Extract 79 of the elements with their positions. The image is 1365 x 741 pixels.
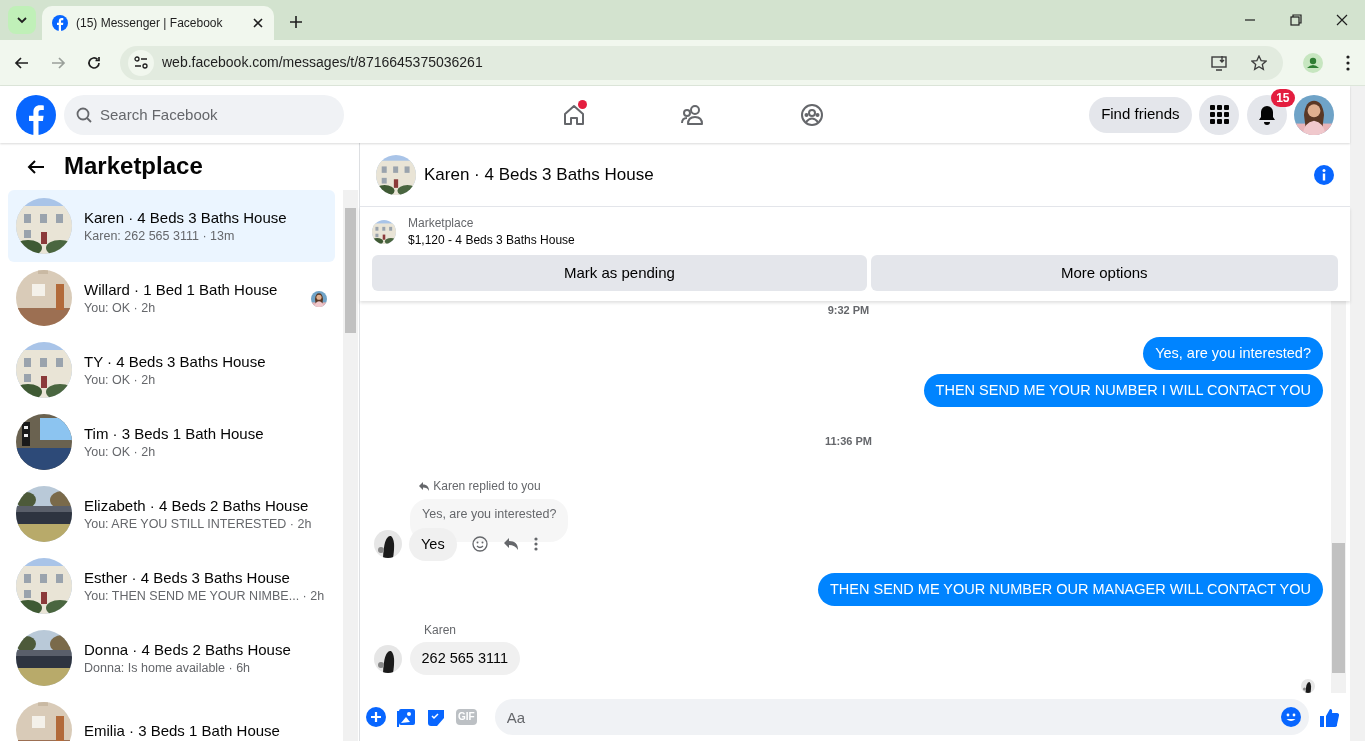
bell-icon [1256,104,1277,125]
scrollbar[interactable] [1350,86,1365,741]
emoji-icon[interactable] [471,536,488,552]
emoji-icon[interactable] [1281,707,1301,727]
conversation-item[interactable]: Karen · 4 Beds 3 Baths House Karen: 262 565 3111 · 13m [8,190,335,262]
message-bubble: THEN SEND ME YOUR NUMBER OUR MANAGER WILL CONTACT YOU [818,572,1323,606]
menu-button[interactable] [1199,94,1239,135]
listing-label: Marketplace [408,215,475,231]
profile-icon[interactable] [1302,52,1323,73]
facebook-favicon-icon [52,15,68,31]
close-icon[interactable] [252,17,264,29]
message-preview: Donna: Is home available · 6h [84,659,252,677]
sticker-icon[interactable] [426,707,446,727]
timestamp: 11:36 PM [824,433,873,449]
more-options-button[interactable]: More options [870,255,1338,291]
sender-name: Karen [424,621,458,639]
chevron-down-icon [16,14,28,26]
conversation-title: TY · 4 Beds 3 Baths House [84,351,266,371]
info-icon[interactable] [1314,164,1334,185]
message-preview: You: THEN SEND ME YOUR NIMBE... · 2h [84,587,325,605]
photo-icon[interactable] [396,707,416,727]
message-preview: You: ARE YOU STILL INTERESTED · 2h [84,515,312,533]
message-input[interactable]: Aa [494,699,1309,735]
conversation-item[interactable]: TY · 4 Beds 3 Baths House You: OK · 2h [8,334,335,406]
scrollbar[interactable] [1331,301,1346,693]
friends-icon[interactable] [680,102,705,127]
message-bubble: THEN SEND ME YOUR NUMBER I WILL CONTACT YOU [923,373,1323,407]
sidebar-title: Marketplace [64,152,203,181]
tab-title: (15) Messenger | Facebook [76,15,224,32]
mark-pending-button[interactable]: Mark as pending [372,255,867,291]
scrollbar[interactable] [343,190,358,741]
install-icon[interactable] [1211,54,1228,71]
message-preview: You: OK · 2h [84,299,157,317]
conversation-title: Emilia · 3 Beds 1 Bath House [84,720,280,740]
site-info-icon[interactable] [128,49,154,76]
back-icon[interactable] [14,54,30,71]
conversation-item[interactable]: Willard · 1 Bed 1 Bath House You: OK · 2h [8,262,335,334]
restore-icon[interactable] [1290,14,1302,26]
conversation-title: Donna · 4 Beds 2 Baths House [84,639,291,659]
conversation-title: Tim · 3 Beds 1 Bath House [84,423,264,443]
back-icon[interactable] [27,157,45,176]
menu-icon[interactable] [1345,54,1350,71]
reply-icon [417,480,430,492]
message-bubble: Yes, are you interested? [1143,336,1323,370]
search-field[interactable]: Search Facebook [64,94,344,135]
conversation-item[interactable]: Tim · 3 Beds 1 Bath House You: OK · 2h [8,406,335,478]
new-tab-icon[interactable] [288,15,303,30]
conversation-title: Elizabeth · 4 Beds 2 Baths House [84,495,310,515]
groups-icon[interactable] [799,102,824,127]
message-preview: You: OK · 2h [84,371,157,389]
conversation-item[interactable]: Donna · 4 Beds 2 Baths House Donna: Is home available · 6h [8,622,335,694]
conversation-item[interactable]: Esther · 4 Beds 3 Baths House You: THEN SEND ME YOUR NIMBE... · 2h [8,550,335,622]
conversation-item[interactable]: Elizabeth · 4 Beds 2 Baths House You: ARE YOU STILL INTERESTED · 2h [8,478,335,550]
chat-title: Karen · 4 Beds 3 Baths House [424,163,655,186]
browser-tab[interactable]: (15) Messenger | Facebook [42,6,274,40]
bookmark-star-icon[interactable] [1251,54,1267,71]
listing-title: $1,120 - 4 Beds 3 Baths House [408,232,575,249]
grid-icon [1209,105,1229,124]
timestamp: 9:32 PM [827,303,870,318]
message-preview: Karen: 262 565 3111 · 13m [84,227,236,245]
conversation-item[interactable]: Emilia · 3 Beds 1 Bath House [8,694,335,741]
conversation-title: Karen · 4 Beds 3 Baths House [84,207,287,227]
home-icon[interactable] [561,102,586,127]
notification-count: 15 [1271,88,1295,107]
add-icon[interactable] [366,707,386,727]
tab-search-button[interactable] [8,6,36,34]
message-preview: You: OK · 2h [84,443,157,461]
search-icon [76,106,92,123]
conversation-title: Willard · 1 Bed 1 Bath House [84,279,278,299]
close-icon[interactable] [1336,14,1348,26]
find-friends-button[interactable]: Find friends [1089,96,1192,133]
conversation-title: Esther · 4 Beds 3 Baths House [84,567,291,587]
facebook-logo-icon[interactable] [16,94,56,135]
reload-icon[interactable] [86,54,102,71]
reply-icon[interactable] [502,537,519,551]
message-bubble: 262 565 3111 [409,642,521,676]
like-icon[interactable] [1319,706,1340,728]
more-icon[interactable] [533,537,538,551]
reply-label: Karen replied to you [433,478,541,495]
